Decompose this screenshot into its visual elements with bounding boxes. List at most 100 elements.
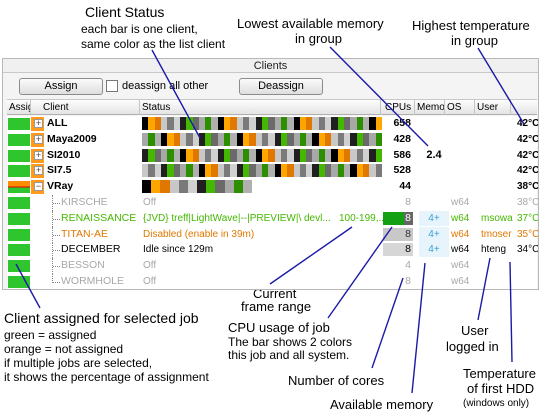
expand-icon[interactable]: + <box>34 166 43 176</box>
lowest-memory-label-1: Lowest available memory <box>237 16 384 31</box>
clients-panel: Clients Assign deassign all other Deassi… <box>2 58 539 290</box>
client-row-kirsche[interactable]: KIRSCHE Off 8 w64 38°C <box>7 194 539 211</box>
tree-connector <box>52 258 60 275</box>
assign-button[interactable]: Assign <box>19 78 103 95</box>
client-status: Off <box>143 275 157 287</box>
group-row-all[interactable]: + ALL 658 42°C <box>7 116 539 132</box>
available-memory-label: Available memory <box>330 397 434 412</box>
client-os: w64 <box>451 228 470 240</box>
group-temp: 42°C <box>517 118 539 129</box>
client-temp: 34°C <box>517 244 539 256</box>
temp-hdd-label-3: (windows only) <box>463 398 530 409</box>
assign-indicator <box>8 260 30 273</box>
group-temp: 38°C <box>517 181 539 193</box>
client-status-title: Client Status <box>85 4 165 20</box>
assign-indicator <box>8 228 30 241</box>
client-cpus: 8 <box>405 195 411 208</box>
client-status-bar <box>178 180 188 194</box>
client-memory: 4+ <box>419 210 449 226</box>
client-status-bar <box>215 180 225 194</box>
group-name: Maya2009 <box>47 132 97 145</box>
expand-icon[interactable]: + <box>34 134 43 144</box>
group-temp: 42°C <box>517 133 539 145</box>
cpu-usage-label-1: CPU usage of job <box>228 320 330 335</box>
client-row-besson[interactable]: BESSON Off 4 w64 <box>7 258 537 275</box>
deassign-all-checkbox[interactable] <box>106 80 118 92</box>
client-status-desc-1: each bar is one client, <box>81 22 198 36</box>
client-status-bar <box>160 180 170 194</box>
group-status-bars <box>142 180 253 194</box>
client-name: BESSON <box>61 259 105 272</box>
client-status-bar <box>375 117 382 130</box>
col-os[interactable]: OS <box>445 100 475 115</box>
client-cpus: 8 <box>405 243 411 256</box>
client-row-december[interactable]: DECEMBER Idle since 129m 8 4+ w64 hteng … <box>7 242 539 259</box>
client-assigned-multi: if multiple jobs are selected, <box>4 356 153 370</box>
assign-indicator <box>8 275 30 288</box>
expand-icon[interactable]: + <box>34 119 43 128</box>
group-cpus: 44 <box>399 180 411 193</box>
assign-indicator <box>8 149 30 162</box>
lowest-memory-label-2: in group <box>295 31 342 46</box>
client-row-renaissance[interactable]: RENAISSANCE {JVD} treff|LightWave|--|PRE… <box>7 210 539 227</box>
group-name: VRay <box>47 180 74 193</box>
group-name: ALL <box>47 117 68 129</box>
client-status-bar <box>375 148 382 162</box>
expand-icon[interactable]: + <box>34 150 43 160</box>
client-user: hteng <box>481 244 507 256</box>
client-row-wormhole[interactable]: WORMHOLE Off 8 w64 <box>7 273 537 289</box>
client-status: Off <box>143 260 157 272</box>
client-temp: 38°C <box>517 196 539 208</box>
client-assigned-green: green = assigned <box>4 328 97 342</box>
client-cpus: 4 <box>405 259 411 272</box>
client-name: DECEMBER <box>61 243 121 256</box>
group-temp: 42°C <box>517 165 539 177</box>
col-memory[interactable]: Memo <box>415 100 445 115</box>
group-cpus: 428 <box>393 132 411 145</box>
pointer-cores <box>371 277 404 369</box>
group-row-si2010[interactable]: + SI2010 586 2.4 42°C <box>7 147 539 164</box>
col-status[interactable]: Status <box>140 100 381 115</box>
col-client[interactable]: Client <box>31 100 140 115</box>
client-name: TITAN-AE <box>61 227 109 240</box>
temp-hdd-label-1: Temperature <box>463 366 536 381</box>
col-temp[interactable] <box>511 100 537 115</box>
client-status-bar <box>224 180 234 194</box>
assign-indicator <box>8 244 30 257</box>
client-assigned-percent: it shows the percentage of assignment <box>4 370 209 384</box>
collapse-icon[interactable]: − <box>34 182 43 192</box>
client-cpus: 8 <box>405 227 411 240</box>
user-label-2: logged in <box>446 339 499 354</box>
group-row-maya2009[interactable]: + Maya2009 428 42°C <box>7 131 539 148</box>
client-user: msowa <box>481 212 513 224</box>
client-status-bar <box>375 164 382 178</box>
group-row-si75[interactable]: + SI7.5 528 42°C <box>7 163 539 180</box>
client-temp: 37°C <box>517 212 539 224</box>
assign-indicator <box>8 133 30 146</box>
highest-temp-label-1: Highest temperature <box>412 18 530 33</box>
group-status-bars <box>142 164 382 178</box>
frame-range-label-2: frame range <box>241 299 312 314</box>
group-row-vray[interactable]: − VRay 44 38°C <box>7 179 539 195</box>
client-status-bar <box>242 180 253 194</box>
highest-temp-label-2: in group <box>451 33 498 48</box>
client-status-bar <box>151 180 161 194</box>
client-status-bar <box>197 180 207 194</box>
tree-connector <box>52 273 60 283</box>
client-os: w64 <box>451 260 470 272</box>
group-cpus: 528 <box>393 164 411 177</box>
col-cpus[interactable]: CPUs <box>381 100 415 115</box>
assign-indicator <box>8 181 30 194</box>
group-temp: 42°C <box>517 149 539 161</box>
client-row-titan-ae[interactable]: TITAN-AE Disabled (enable in 39m) 8 4+ w… <box>7 226 538 243</box>
col-user[interactable]: User <box>475 100 511 115</box>
col-assig[interactable]: Assig <box>7 100 31 115</box>
client-assigned-orange: orange = not assigned <box>4 342 124 356</box>
client-status: {JVD} treff|LightWave|--|PREVIEW|\ devl.… <box>143 212 331 224</box>
client-assigned-title: Client assigned for selected job <box>4 310 199 326</box>
user-label-1: User <box>461 323 489 338</box>
cores-label: Number of cores <box>288 373 385 388</box>
client-status-bar <box>169 180 179 194</box>
deassign-button[interactable]: Deassign <box>239 78 323 95</box>
client-status-bar <box>142 180 152 194</box>
